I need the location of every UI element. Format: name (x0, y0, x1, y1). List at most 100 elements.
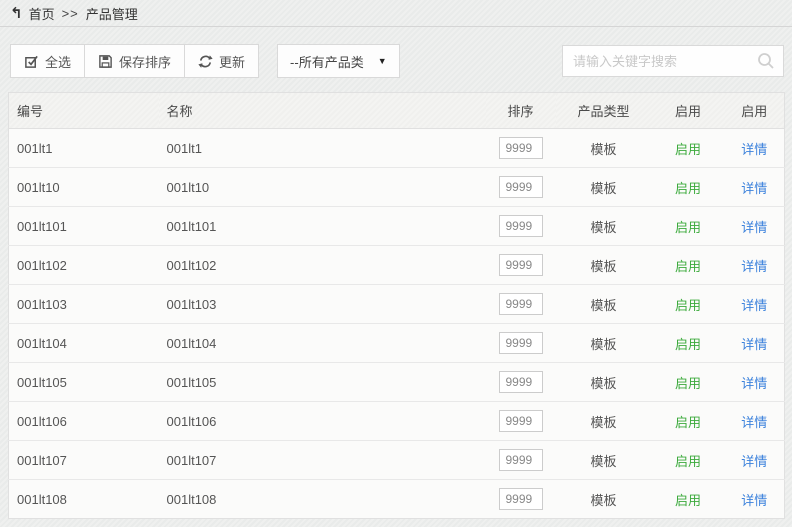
breadcrumb-home[interactable]: 首页 (29, 4, 55, 23)
table-row: 001lt101 001lt101 模板 启用 详情 (9, 207, 785, 246)
product-type-cell: 模板 (556, 129, 652, 168)
product-type-cell: 模板 (556, 285, 652, 324)
update-button[interactable]: 更新 (184, 44, 259, 78)
enable-link[interactable]: 启用 (675, 415, 701, 430)
product-name-cell: 001lt10 (159, 168, 486, 207)
product-type-cell: 模板 (556, 441, 652, 480)
detail-link[interactable]: 详情 (741, 493, 767, 508)
sort-input[interactable] (499, 488, 543, 510)
sort-input[interactable] (499, 215, 543, 237)
detail-link[interactable]: 详情 (741, 220, 767, 235)
product-name-cell: 001lt108 (159, 480, 486, 519)
table-row: 001lt105 001lt105 模板 启用 详情 (9, 363, 785, 402)
product-table: 编号 名称 排序 产品类型 启用 启用 001lt1 001lt1 模板 启用 … (8, 92, 785, 519)
product-id-cell: 001lt104 (9, 324, 159, 363)
header-enable2: 启用 (725, 93, 785, 129)
product-id-cell: 001lt108 (9, 480, 159, 519)
product-id-cell: 001lt102 (9, 246, 159, 285)
table-row: 001lt106 001lt106 模板 启用 详情 (9, 402, 785, 441)
product-name-cell: 001lt102 (159, 246, 486, 285)
sort-input[interactable] (499, 254, 543, 276)
table-row: 001lt1 001lt1 模板 启用 详情 (9, 129, 785, 168)
product-type-cell: 模板 (556, 207, 652, 246)
save-sort-button[interactable]: 保存排序 (84, 44, 185, 78)
table-body: 001lt1 001lt1 模板 启用 详情 001lt10 001lt10 模… (9, 129, 785, 519)
product-name-cell: 001lt103 (159, 285, 486, 324)
breadcrumb: ↰ 首页 >> 产品管理 (0, 0, 792, 27)
detail-link[interactable]: 详情 (741, 298, 767, 313)
product-name-cell: 001lt107 (159, 441, 486, 480)
category-dropdown-value: --所有产品类 (290, 52, 364, 71)
table-header-row: 编号 名称 排序 产品类型 启用 启用 (9, 93, 785, 129)
search-input[interactable] (562, 45, 784, 77)
product-id-cell: 001lt107 (9, 441, 159, 480)
save-sort-label: 保存排序 (119, 52, 171, 71)
table-row: 001lt10 001lt10 模板 启用 详情 (9, 168, 785, 207)
product-id-cell: 001lt1 (9, 129, 159, 168)
detail-link[interactable]: 详情 (741, 181, 767, 196)
header-name: 名称 (159, 93, 486, 129)
detail-link[interactable]: 详情 (741, 415, 767, 430)
sort-input[interactable] (499, 332, 543, 354)
table-row: 001lt107 001lt107 模板 启用 详情 (9, 441, 785, 480)
enable-link[interactable]: 启用 (675, 142, 701, 157)
enable-link[interactable]: 启用 (675, 298, 701, 313)
sort-input[interactable] (499, 176, 543, 198)
sort-input[interactable] (499, 449, 543, 471)
product-name-cell: 001lt1 (159, 129, 486, 168)
product-type-cell: 模板 (556, 168, 652, 207)
select-all-label: 全选 (45, 52, 71, 71)
enable-link[interactable]: 启用 (675, 376, 701, 391)
enable-link[interactable]: 启用 (675, 493, 701, 508)
return-arrow-icon: ↰ (10, 6, 23, 21)
product-id-cell: 001lt105 (9, 363, 159, 402)
sort-input[interactable] (499, 293, 543, 315)
table-row: 001lt104 001lt104 模板 启用 详情 (9, 324, 785, 363)
chevron-down-icon: ▼ (378, 56, 387, 66)
checkbox-check-icon (24, 54, 39, 69)
product-id-cell: 001lt10 (9, 168, 159, 207)
search-icon[interactable] (756, 51, 776, 74)
table-row: 001lt108 001lt108 模板 启用 详情 (9, 480, 785, 519)
product-id-cell: 001lt101 (9, 207, 159, 246)
detail-link[interactable]: 详情 (741, 376, 767, 391)
product-type-cell: 模板 (556, 324, 652, 363)
toolbar: 全选 保存排序 更新 --所有产品类 ▼ (10, 44, 784, 78)
product-name-cell: 001lt105 (159, 363, 486, 402)
detail-link[interactable]: 详情 (741, 142, 767, 157)
product-id-cell: 001lt106 (9, 402, 159, 441)
enable-link[interactable]: 启用 (675, 259, 701, 274)
detail-link[interactable]: 详情 (741, 454, 767, 469)
product-name-cell: 001lt104 (159, 324, 486, 363)
product-type-cell: 模板 (556, 480, 652, 519)
search-box (562, 45, 784, 77)
product-type-cell: 模板 (556, 363, 652, 402)
floppy-save-icon (98, 54, 113, 69)
toolbar-button-group: 全选 保存排序 更新 (10, 44, 259, 78)
product-name-cell: 001lt101 (159, 207, 486, 246)
header-sort: 排序 (486, 93, 556, 129)
refresh-icon (198, 54, 213, 69)
breadcrumb-current: 产品管理 (86, 4, 138, 23)
header-id: 编号 (9, 93, 159, 129)
product-type-cell: 模板 (556, 246, 652, 285)
product-type-cell: 模板 (556, 402, 652, 441)
header-enable: 启用 (652, 93, 725, 129)
enable-link[interactable]: 启用 (675, 337, 701, 352)
detail-link[interactable]: 详情 (741, 337, 767, 352)
table-row: 001lt102 001lt102 模板 启用 详情 (9, 246, 785, 285)
sort-input[interactable] (499, 137, 543, 159)
enable-link[interactable]: 启用 (675, 220, 701, 235)
product-id-cell: 001lt103 (9, 285, 159, 324)
enable-link[interactable]: 启用 (675, 454, 701, 469)
detail-link[interactable]: 详情 (741, 259, 767, 274)
category-dropdown[interactable]: --所有产品类 ▼ (277, 44, 400, 78)
sort-input[interactable] (499, 410, 543, 432)
select-all-button[interactable]: 全选 (10, 44, 85, 78)
enable-link[interactable]: 启用 (675, 181, 701, 196)
breadcrumb-separator: >> (62, 6, 79, 21)
update-label: 更新 (219, 52, 245, 71)
product-name-cell: 001lt106 (159, 402, 486, 441)
sort-input[interactable] (499, 371, 543, 393)
table-row: 001lt103 001lt103 模板 启用 详情 (9, 285, 785, 324)
